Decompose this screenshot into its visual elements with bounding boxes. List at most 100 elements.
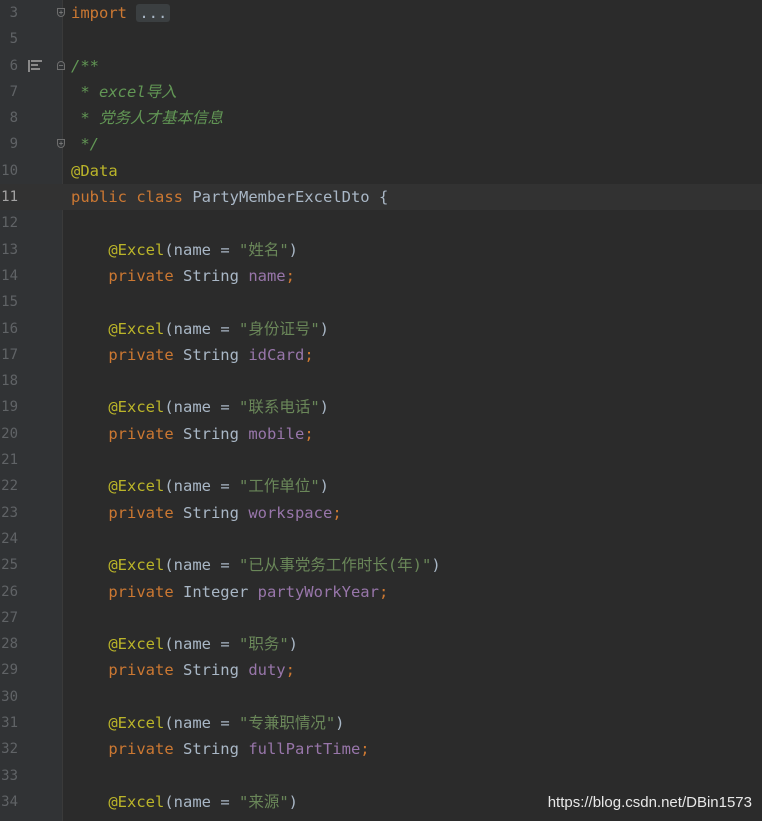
code-token: @Excel [71, 319, 165, 338]
code-token: @Excel [71, 714, 165, 733]
line-number: 31 [1, 715, 18, 732]
code-token: private [71, 503, 183, 522]
code-token: private [71, 345, 183, 364]
line-number: 16 [1, 320, 18, 337]
code-line[interactable]: 14 private String name; [0, 263, 762, 289]
line-number: 21 [1, 452, 18, 469]
code-text: @Excel(name = "已从事党务工作时长(年)") [71, 552, 440, 578]
line-number: 12 [1, 215, 18, 232]
line-number: 19 [1, 399, 18, 416]
code-token: @Data [71, 161, 118, 180]
line-number: 23 [1, 504, 18, 521]
code-line[interactable]: 33 [0, 763, 762, 789]
code-line[interactable]: 31 @Excel(name = "专兼职情况") [0, 710, 762, 736]
line-number: 7 [9, 83, 18, 100]
code-line[interactable]: 15 [0, 289, 762, 315]
code-line[interactable]: 6 −/** [0, 53, 762, 79]
code-text: * excel导入 [71, 79, 177, 105]
code-token: (name = [164, 635, 239, 654]
line-number: 8 [9, 110, 18, 127]
code-token: import [71, 4, 137, 22]
code-token: workspace [248, 503, 333, 522]
code-text: /** [71, 53, 99, 79]
code-token: mobile [248, 424, 305, 443]
code-token: */ [71, 135, 99, 154]
code-line[interactable]: 23 private String workspace; [0, 500, 762, 526]
code-token: "姓名" [238, 240, 289, 259]
fold-toggle-icon[interactable]: − [57, 60, 65, 70]
line-number: 14 [1, 267, 18, 284]
code-text: private String workspace; [71, 500, 342, 526]
code-token: @Excel [71, 240, 165, 259]
code-line[interactable]: 24 [0, 526, 762, 552]
line-number: 25 [1, 557, 18, 574]
code-line[interactable]: 11 public class PartyMemberExcelDto { [0, 184, 762, 211]
code-token: "已从事党务工作时长(年)" [238, 556, 432, 575]
line-number: 13 [1, 241, 18, 258]
code-line[interactable]: 26 private Integer partyWorkYear; [0, 579, 762, 605]
folded-imports[interactable]: ... [136, 4, 171, 22]
code-token: String [182, 661, 249, 680]
code-line[interactable]: 13 @Excel(name = "姓名") [0, 237, 762, 263]
doc-comment-icon[interactable] [28, 59, 42, 72]
code-token: (name = [164, 398, 239, 417]
code-token: ) [288, 635, 298, 654]
code-line[interactable]: 7 * excel导入 [0, 79, 762, 105]
code-token: (name = [164, 240, 239, 259]
code-text: @Excel(name = "来源") [71, 789, 298, 815]
code-line[interactable]: 16 @Excel(name = "身份证号") [0, 316, 762, 342]
code-line[interactable]: 28 @Excel(name = "职务") [0, 631, 762, 657]
code-line[interactable]: 12 [0, 210, 762, 236]
code-token: @Excel [71, 398, 165, 417]
code-line[interactable]: 30 [0, 684, 762, 710]
code-line[interactable]: 22 @Excel(name = "工作单位") [0, 473, 762, 499]
code-line[interactable]: 5 [0, 26, 762, 52]
code-token: private [71, 266, 183, 285]
code-text: private String name; [71, 263, 295, 289]
code-token: (name = [164, 319, 239, 338]
code-token: (name = [164, 792, 239, 811]
code-line[interactable]: 17 private String idCard; [0, 342, 762, 368]
code-token: ; [285, 266, 295, 285]
code-token: String [182, 503, 249, 522]
code-token: ) [319, 477, 329, 496]
code-line[interactable]: 21 [0, 447, 762, 473]
code-text: import ... [71, 0, 171, 26]
code-line[interactable]: 20 private String mobile; [0, 421, 762, 447]
code-token: idCard [248, 345, 305, 364]
code-line[interactable]: 10 @Data [0, 158, 762, 184]
code-token: ; [285, 661, 295, 680]
code-token: ; [304, 424, 314, 443]
code-text: */ [71, 131, 99, 157]
code-line[interactable]: 3 + import ... [0, 0, 762, 26]
fold-toggle-icon[interactable]: + [57, 139, 65, 149]
code-line[interactable]: 19 @Excel(name = "联系电话") [0, 394, 762, 420]
code-line[interactable]: 32 private String fullPartTime; [0, 736, 762, 762]
code-editor[interactable]: 3 + import ... 5 6−/** 7 * excel导入 8 * 党务人才基本信… [0, 0, 762, 821]
code-token: * excel导入 [71, 82, 177, 101]
code-token: PartyMemberExcelDto { [192, 188, 389, 207]
code-line[interactable]: 8 * 党务人才基本信息 [0, 105, 762, 131]
code-token: String [182, 266, 249, 285]
code-text: private String fullPartTime; [71, 736, 370, 762]
code-line[interactable]: 29 private String duty; [0, 657, 762, 683]
code-token: private [71, 424, 183, 443]
code-line[interactable]: 27 [0, 605, 762, 631]
code-text: @Excel(name = "工作单位") [71, 473, 329, 499]
code-token: "职务" [238, 635, 289, 654]
line-number: 17 [1, 346, 18, 363]
line-number: 5 [9, 31, 18, 48]
line-number: 33 [1, 767, 18, 784]
code-line[interactable]: 25 @Excel(name = "已从事党务工作时长(年)") [0, 552, 762, 578]
line-number: 6 [9, 57, 18, 74]
code-token: ; [332, 503, 342, 522]
code-token: ; [360, 740, 370, 759]
line-number: 30 [1, 688, 18, 705]
code-token: partyWorkYear [257, 582, 379, 601]
line-number: 10 [1, 162, 18, 179]
code-line[interactable]: 9 + */ [0, 131, 762, 157]
fold-toggle-icon[interactable]: + [57, 8, 65, 17]
code-token: String [182, 740, 249, 759]
code-content[interactable]: 3 + import ... 5 6−/** 7 * excel导入 8 * 党务人才基本信… [0, 0, 762, 815]
code-line[interactable]: 18 [0, 368, 762, 394]
